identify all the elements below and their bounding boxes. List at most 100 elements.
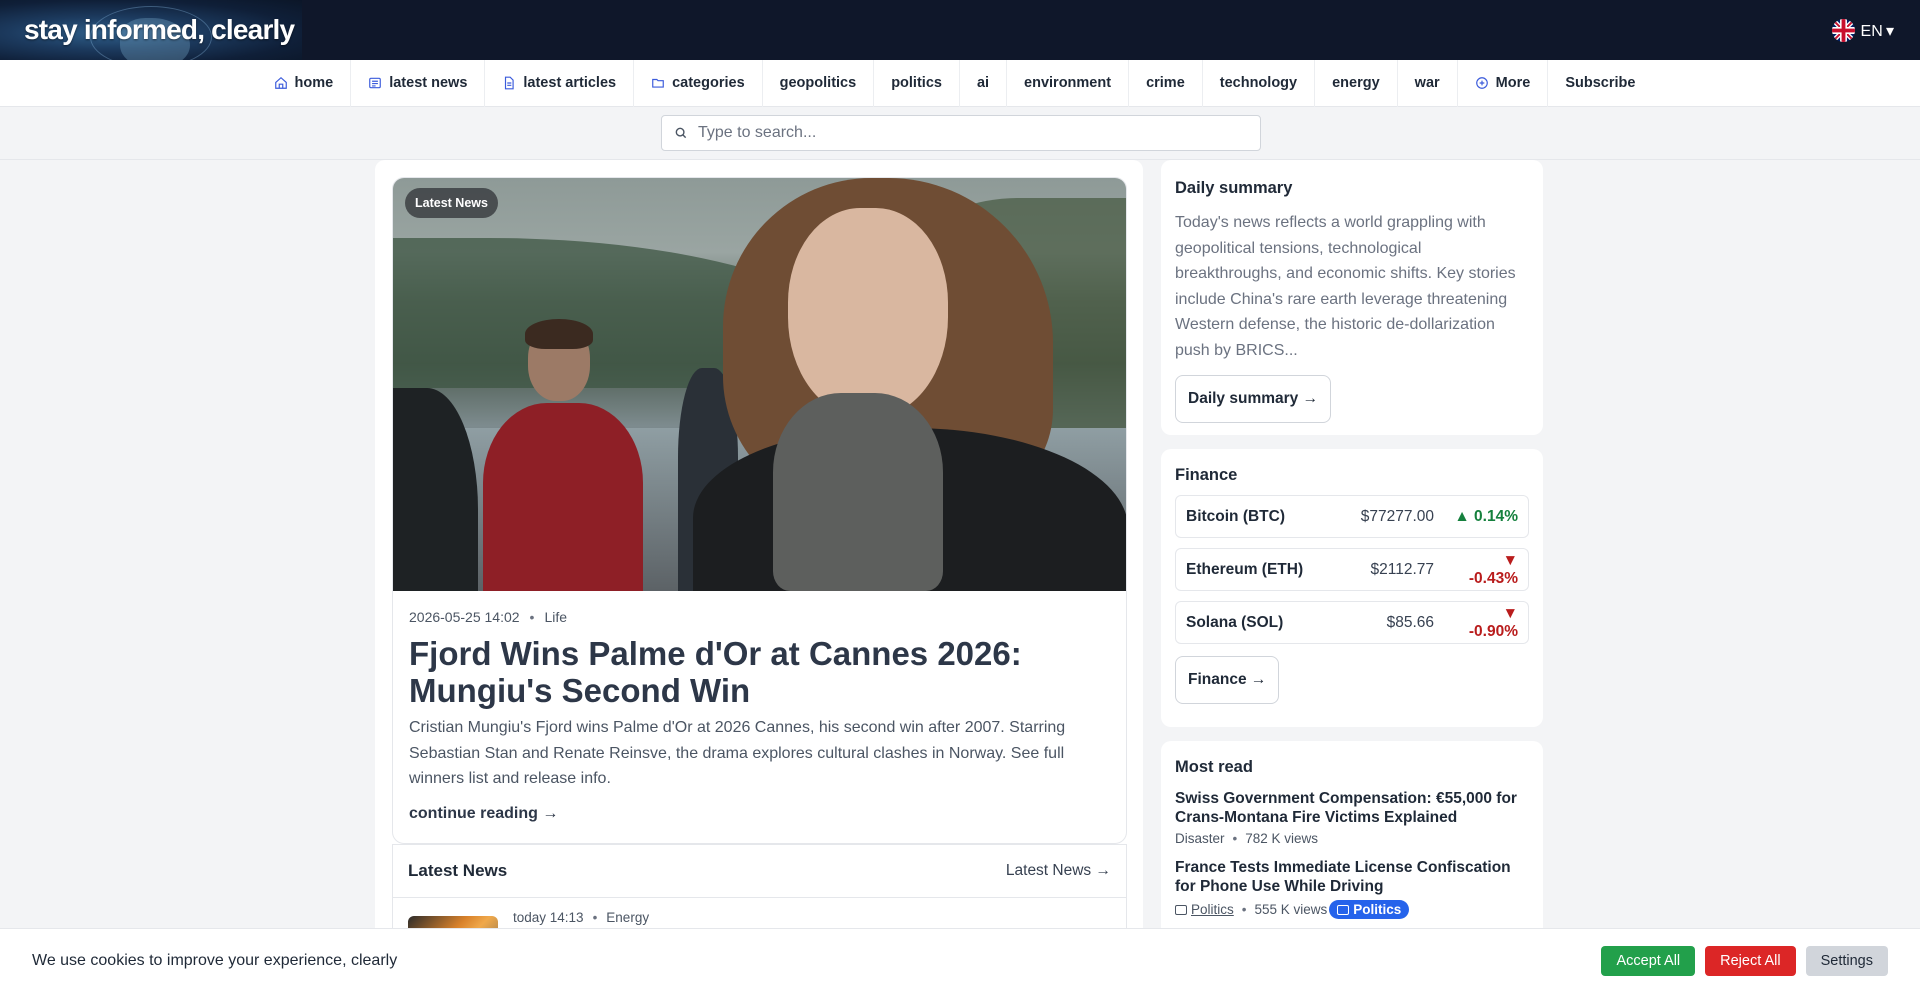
nav-label: home: [294, 75, 334, 91]
nav-war[interactable]: war: [1398, 59, 1458, 107]
top-bar: stay informed, clearly EN ▾: [0, 0, 1920, 60]
finance-button[interactable]: Finance →: [1175, 656, 1280, 704]
most-read-item-meta: Disaster • 782 K views: [1175, 831, 1319, 846]
plus-circle-icon: [1475, 77, 1488, 89]
coin-price: $85.66: [1386, 613, 1434, 631]
nav-label: politics: [891, 75, 942, 91]
featured-category: Life: [544, 609, 568, 625]
coin-change: ▲ 0.14%: [1454, 507, 1518, 525]
most-read-item-category: Politics: [1191, 902, 1234, 917]
coin-row-eth[interactable]: Ethereum (ETH) $2112.77 ▼ -0.43%: [1175, 548, 1529, 591]
nav-label: war: [1414, 75, 1440, 91]
coin-name: Bitcoin (BTC): [1186, 507, 1286, 525]
nav-label: environment: [1024, 75, 1112, 91]
nav-latest-news[interactable]: latest news: [351, 59, 486, 107]
featured-image[interactable]: Latest News: [393, 178, 1126, 591]
nav-label: latest news: [389, 75, 468, 91]
most-read-item-meta: Politics • 555 K views Politics: [1175, 900, 1529, 919]
nav-label: crime: [1146, 75, 1185, 91]
most-read-category-link[interactable]: Politics: [1175, 902, 1234, 917]
newspaper-icon: [1175, 904, 1187, 915]
list-item[interactable]: Swiss Government Compensation: €55,000 f…: [1175, 789, 1529, 846]
search-input[interactable]: [698, 124, 1248, 142]
coin-row-sol[interactable]: Solana (SOL) $85.66 ▼ -0.90%: [1175, 601, 1529, 644]
main-nav: home latest news latest articles categor…: [0, 59, 1920, 107]
most-read-item-views: 782 K views: [1245, 831, 1319, 846]
category-chip[interactable]: Politics: [1329, 900, 1410, 919]
most-read-item-title[interactable]: France Tests Immediate License Confiscat…: [1175, 858, 1529, 896]
search-box[interactable]: [661, 115, 1261, 151]
newspaper-icon: [1337, 904, 1350, 915]
folder-icon: [652, 78, 664, 88]
daily-summary-title: Daily summary: [1175, 179, 1293, 197]
list-item[interactable]: France Tests Immediate License Confiscat…: [1175, 858, 1529, 919]
continue-reading-link[interactable]: continue reading →: [409, 805, 558, 823]
nav-label: latest articles: [523, 75, 617, 91]
news-meta: today 14:13 • Energy: [513, 910, 650, 925]
logo-text: stay informed, clearly: [24, 14, 295, 45]
home-icon: [274, 76, 287, 89]
nav-latest-articles[interactable]: latest articles: [485, 59, 635, 107]
most-read-item-title[interactable]: Swiss Government Compensation: €55,000 f…: [1175, 789, 1529, 827]
nav-ai[interactable]: ai: [960, 59, 1008, 107]
cookie-banner: We use cookies to improve your experienc…: [0, 928, 1920, 993]
latest-news-title: Latest News: [408, 861, 508, 880]
nav-technology[interactable]: technology: [1203, 59, 1316, 107]
main-column: Latest News 2026-05-25 14:02 • Life Fjor…: [375, 160, 1143, 993]
nav-label: ai: [976, 75, 990, 91]
nav-environment[interactable]: environment: [1007, 59, 1130, 107]
uk-flag-icon: [1831, 19, 1855, 42]
cookie-settings-button[interactable]: Settings: [1805, 946, 1888, 976]
nav-categories[interactable]: categories: [634, 59, 763, 107]
daily-summary-button[interactable]: Daily summary →: [1175, 375, 1332, 423]
coin-price: $77277.00: [1360, 507, 1434, 525]
nav-politics[interactable]: politics: [874, 59, 960, 107]
nav-subscribe[interactable]: Subscribe: [1548, 60, 1652, 107]
nav-label: geopolitics: [779, 75, 857, 91]
nav-label: More: [1495, 75, 1531, 91]
document-icon: [505, 76, 515, 90]
newspaper-icon: [369, 77, 382, 89]
featured-meta: 2026-05-25 14:02 • Life: [409, 609, 568, 625]
site-logo[interactable]: stay informed, clearly: [0, 0, 302, 60]
search-bar: [0, 107, 1920, 160]
daily-summary-text: Today's news reflects a world grappling …: [1175, 214, 1516, 359]
featured-description: Cristian Mungiu's Fjord wins Palme d'Or …: [409, 719, 1066, 787]
reject-all-button[interactable]: Reject All: [1705, 946, 1796, 976]
finance-title: Finance: [1175, 466, 1238, 484]
language-selector[interactable]: EN ▾: [1831, 19, 1894, 42]
featured-title[interactable]: Fjord Wins Palme d'Or at Cannes 2026: Mu…: [409, 635, 1109, 709]
nav-home[interactable]: home: [257, 59, 352, 107]
coin-price: $2112.77: [1370, 560, 1435, 578]
coin-name: Ethereum (ETH): [1186, 560, 1304, 578]
language-label: EN ▾: [1860, 22, 1894, 40]
latest-news-badge: Latest News: [405, 188, 498, 218]
most-read-item-category: Disaster: [1175, 831, 1225, 846]
finance-card: Finance Bitcoin (BTC) $77277.00 ▲ 0.14% …: [1161, 449, 1543, 727]
news-category: Energy: [606, 910, 650, 925]
coin-row-btc[interactable]: Bitcoin (BTC) $77277.00 ▲ 0.14%: [1175, 495, 1529, 538]
nav-crime[interactable]: crime: [1129, 59, 1203, 107]
accept-all-button[interactable]: Accept All: [1601, 946, 1696, 976]
nav-label: categories: [672, 75, 745, 91]
category-chip-label: Politics: [1353, 902, 1402, 917]
cookie-text: We use cookies to improve your experienc…: [32, 952, 398, 969]
coin-change: ▼ -0.90%: [1468, 604, 1518, 640]
latest-news-link[interactable]: Latest News →: [1006, 862, 1111, 880]
daily-summary-card: Daily summary Today's news reflects a wo…: [1161, 160, 1543, 435]
search-icon: [675, 127, 687, 139]
coin-change: ▼ -0.43%: [1468, 551, 1518, 587]
nav-label: technology: [1219, 75, 1298, 91]
featured-article[interactable]: Latest News 2026-05-25 14:02 • Life Fjor…: [392, 177, 1127, 844]
most-read-item-views: 555 K views: [1254, 902, 1328, 917]
nav-more[interactable]: More: [1458, 59, 1549, 107]
featured-date: 2026-05-25 14:02: [409, 609, 520, 625]
most-read-title: Most read: [1175, 758, 1253, 776]
latest-news-header: Latest News Latest News →: [392, 844, 1127, 897]
coin-name: Solana (SOL): [1186, 613, 1284, 631]
news-time: today 14:13: [513, 910, 584, 925]
nav-label: Subscribe: [1565, 75, 1636, 91]
nav-geopolitics[interactable]: geopolitics: [763, 59, 875, 107]
nav-label: energy: [1332, 75, 1380, 91]
nav-energy[interactable]: energy: [1315, 59, 1398, 107]
